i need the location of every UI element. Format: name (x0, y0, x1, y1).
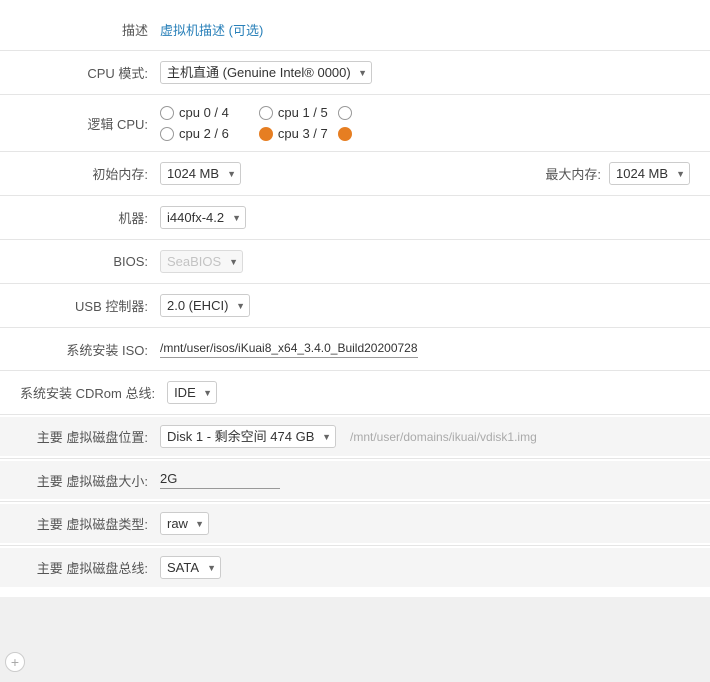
max-mem-select[interactable]: 1024 MB (609, 162, 690, 185)
add-button[interactable]: + (5, 652, 25, 672)
init-mem-select[interactable]: 1024 MB (160, 162, 241, 185)
vdisk-location-label: 主要 虚拟磁盘位置: (20, 427, 160, 446)
cdrom-label: 系统安装 CDRom 总线: (20, 383, 167, 402)
bios-select[interactable]: SeaBIOS (160, 250, 243, 273)
memory-inner-row: 1024 MB 最大内存: 1024 MB (160, 162, 690, 185)
cpu-label-3: cpu 3 / 7 (278, 126, 328, 141)
cpu-item-0: cpu 0 / 4 (160, 105, 229, 120)
usb-content: 2.0 (EHCI) (160, 294, 690, 317)
vdisk-type-content: raw (160, 512, 690, 535)
cpu-item-3b (338, 127, 352, 141)
usb-label: USB 控制器: (20, 296, 160, 315)
bios-row: BIOS: SeaBIOS (0, 242, 710, 281)
iso-label: 系统安装 ISO: (20, 340, 160, 359)
vdisk-location-content: Disk 1 - 剩余空间 474 GB /mnt/user/domains/i… (160, 425, 690, 448)
cpu-radio-0[interactable] (160, 106, 174, 120)
vdisk-type-label: 主要 虚拟磁盘类型: (20, 514, 160, 533)
cpu-mode-row: CPU 模式: 主机直通 (Genuine Intel® 0000) (0, 53, 710, 92)
machine-select[interactable]: i440fx-4.2 (160, 206, 246, 229)
vdisk-location-row: 主要 虚拟磁盘位置: Disk 1 - 剩余空间 474 GB /mnt/use… (0, 417, 710, 456)
vdisk-type-select[interactable]: raw (160, 512, 209, 535)
cdrom-select-wrapper: IDE (167, 381, 217, 404)
cpu-item-1b (338, 106, 352, 120)
vdisk-type-select-wrapper: raw (160, 512, 209, 535)
vdisk-bus-content: SATA (160, 556, 690, 579)
logical-cpu-row: 逻辑 CPU: cpu 0 / 4 cpu 1 / 5 (0, 97, 710, 149)
cpu-label-1: cpu 1 / 5 (278, 105, 328, 120)
description-label: 描述 (20, 20, 160, 39)
cpu-mode-label: CPU 模式: (20, 63, 160, 82)
machine-row: 机器: i440fx-4.2 (0, 198, 710, 237)
vdisk-location-select-wrapper: Disk 1 - 剩余空间 474 GB (160, 425, 336, 448)
description-row: 描述 虚拟机描述 (可选) (0, 10, 710, 48)
vdisk-bus-row: 主要 虚拟磁盘总线: SATA (0, 548, 710, 587)
cpu-item-1: cpu 1 / 5 (259, 105, 328, 120)
init-mem-select-wrapper: 1024 MB (160, 162, 241, 185)
vdisk-location-select[interactable]: Disk 1 - 剩余空间 474 GB (160, 425, 336, 448)
cpu-grid: cpu 0 / 4 cpu 1 / 5 cpu 2 / 6 (160, 105, 352, 141)
cdrom-row: 系统安装 CDRom 总线: IDE (0, 373, 710, 412)
machine-select-wrapper: i440fx-4.2 (160, 206, 246, 229)
memory-content: 1024 MB 最大内存: 1024 MB (160, 162, 690, 185)
iso-content: /mnt/user/isos/iKuai8_x64_3.4.0_Build202… (160, 341, 690, 358)
cpu-radio-3[interactable] (259, 127, 273, 141)
vdisk-bus-select[interactable]: SATA (160, 556, 221, 579)
usb-row: USB 控制器: 2.0 (EHCI) (0, 286, 710, 325)
logical-cpu-content: cpu 0 / 4 cpu 1 / 5 cpu 2 / 6 (160, 105, 690, 141)
iso-row: 系统安装 ISO: /mnt/user/isos/iKuai8_x64_3.4.… (0, 330, 710, 368)
cpu-label-2: cpu 2 / 6 (179, 126, 229, 141)
cpu-label-0: cpu 0 / 4 (179, 105, 229, 120)
bios-select-wrapper: SeaBIOS (160, 250, 243, 273)
cdrom-content: IDE (167, 381, 690, 404)
description-link[interactable]: 虚拟机描述 (可选) (160, 20, 263, 39)
max-mem-group: 最大内存: 1024 MB (545, 162, 690, 185)
cpu-radio-3b[interactable] (338, 127, 352, 141)
cpu-item-3: cpu 3 / 7 (259, 126, 328, 141)
init-mem-group: 1024 MB (160, 162, 545, 185)
usb-select-wrapper: 2.0 (EHCI) (160, 294, 250, 317)
cpu-mode-select-wrapper: 主机直通 (Genuine Intel® 0000) (160, 61, 372, 84)
cpu-radio-1b[interactable] (338, 106, 352, 120)
machine-label: 机器: (20, 208, 160, 227)
max-mem-label: 最大内存: (545, 164, 601, 183)
vdisk-bus-select-wrapper: SATA (160, 556, 221, 579)
iso-path[interactable]: /mnt/user/isos/iKuai8_x64_3.4.0_Build202… (160, 341, 418, 358)
memory-row: 初始内存: 1024 MB 最大内存: 1024 MB (0, 154, 710, 193)
cdrom-select[interactable]: IDE (167, 381, 217, 404)
cpu-radio-2[interactable] (160, 127, 174, 141)
form-container: 描述 虚拟机描述 (可选) CPU 模式: 主机直通 (Genuine Inte… (0, 0, 710, 597)
vdisk-size-row: 主要 虚拟磁盘大小: 2G (0, 461, 710, 499)
vdisk-bus-label: 主要 虚拟磁盘总线: (20, 558, 160, 577)
vdisk-size-value: 2G (160, 471, 280, 489)
usb-select[interactable]: 2.0 (EHCI) (160, 294, 250, 317)
cpu-mode-content: 主机直通 (Genuine Intel® 0000) (160, 61, 690, 84)
bios-label: BIOS: (20, 254, 160, 269)
bios-content: SeaBIOS (160, 250, 690, 273)
machine-content: i440fx-4.2 (160, 206, 690, 229)
init-mem-label: 初始内存: (20, 164, 160, 183)
logical-cpu-label: 逻辑 CPU: (20, 114, 160, 133)
description-content: 虚拟机描述 (可选) (160, 20, 690, 39)
vdisk-size-label: 主要 虚拟磁盘大小: (20, 471, 160, 490)
vdisk-size-content: 2G (160, 471, 690, 489)
vdisk-location-path: /mnt/user/domains/ikuai/vdisk1.img (350, 430, 537, 444)
cpu-radio-1[interactable] (259, 106, 273, 120)
vdisk-type-row: 主要 虚拟磁盘类型: raw (0, 504, 710, 543)
cpu-mode-select[interactable]: 主机直通 (Genuine Intel® 0000) (160, 61, 372, 84)
max-mem-select-wrapper: 1024 MB (609, 162, 690, 185)
cpu-item-2: cpu 2 / 6 (160, 126, 229, 141)
